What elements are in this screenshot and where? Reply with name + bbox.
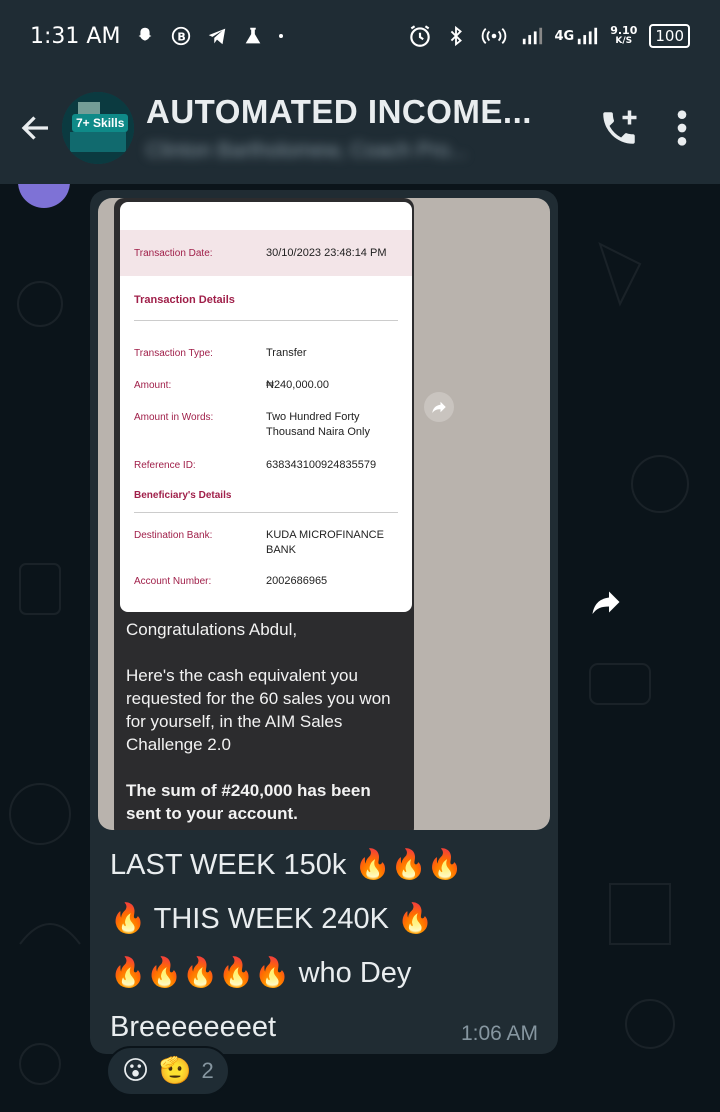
image-message-text: Congratulations Abdul, Here's the cash e… xyxy=(126,618,396,825)
receipt-section-title: Beneficiary's Details xyxy=(134,490,232,501)
status-bar: 1:31 AM B 4G 9.10 K/S 100 xyxy=(0,0,720,72)
group-avatar[interactable]: 7+ Skills xyxy=(62,92,134,164)
battery-indicator: 100 xyxy=(649,24,690,48)
net-speed: 9.10 K/S xyxy=(610,24,638,46)
system-icons: 4G 9.10 K/S 100 xyxy=(407,23,690,49)
chat-header: 7+ Skills AUTOMATED INCOME... Clinton Ba… xyxy=(0,72,720,184)
receipt-label: Transaction Type: xyxy=(134,348,213,359)
flask-icon xyxy=(246,27,261,44)
receipt-value: KUDA MICROFINANCE BANK xyxy=(266,529,384,556)
network-type: 4G xyxy=(554,28,575,44)
receipt-value: 2002686965 xyxy=(266,575,328,587)
receipt-section-title: Transaction Details xyxy=(134,294,235,306)
caption-line: 🔥🔥🔥🔥🔥 who Dey xyxy=(110,957,412,989)
receipt-value: 638343100924835579 xyxy=(266,459,377,471)
receipt-value: Two Hundred Forty Thousand Naira Only xyxy=(266,411,370,438)
signal-icon xyxy=(578,27,598,45)
chat-area[interactable]: Transaction Date: 30/10/2023 23:48:14 PM… xyxy=(0,184,720,1112)
chat-title-area[interactable]: AUTOMATED INCOME... Clinton Bartholomew,… xyxy=(146,93,546,163)
add-call-icon[interactable] xyxy=(598,107,640,149)
receipt-label: Transaction Date: xyxy=(134,248,213,259)
telegram-icon xyxy=(209,28,226,45)
arrow-left-icon xyxy=(21,116,48,140)
status-time: 1:31 AM xyxy=(30,23,121,49)
receipt-label: Amount in Words: xyxy=(134,412,214,423)
forward-button[interactable] xyxy=(584,580,628,624)
message-reactions[interactable]: 😮 🫡 2 xyxy=(106,1046,230,1096)
back-button[interactable] xyxy=(6,98,66,158)
forward-icon xyxy=(592,591,620,614)
reaction-emoji: 🫡 xyxy=(159,1056,192,1086)
reaction-count: 2 xyxy=(201,1058,214,1083)
hotspot-icon xyxy=(481,28,506,44)
message-image[interactable]: Transaction Date: 30/10/2023 23:48:14 PM… xyxy=(98,198,550,830)
receipt-label: Destination Bank: xyxy=(134,530,213,541)
receipt-value: Transfer xyxy=(266,347,307,359)
more-options-icon[interactable] xyxy=(676,108,688,148)
receipt-label: Account Number: xyxy=(134,576,212,587)
receipt-value: ₦240,000.00 xyxy=(266,379,329,391)
image-forward-indicator xyxy=(424,392,454,422)
image-body: Here's the cash equivalent you requested… xyxy=(126,666,391,754)
avatar-badge: 7+ Skills xyxy=(72,114,129,132)
bluetooth-icon xyxy=(450,25,462,47)
receipt-label: Reference ID: xyxy=(134,460,196,471)
message-timestamp: 1:06 AM xyxy=(460,1022,538,1045)
receipt-label: Amount: xyxy=(134,380,172,391)
reaction-emoji: 😮 xyxy=(122,1056,150,1086)
image-greeting: Congratulations Abdul, xyxy=(126,620,298,639)
alarm-icon xyxy=(409,25,430,47)
transfer-receipt: Transaction Date: 30/10/2023 23:48:14 PM… xyxy=(120,202,412,612)
dot-icon xyxy=(279,34,284,38)
receipt-value: 30/10/2023 23:48:14 PM xyxy=(266,247,387,259)
caption-line: LAST WEEK 150k 🔥🔥🔥 xyxy=(110,849,463,881)
image-closing: The sum of #240,000 has been sent to you… xyxy=(126,781,371,823)
chat-title: AUTOMATED INCOME... xyxy=(146,93,532,130)
chat-subtitle: Clinton Bartholomew, Coach Pro... xyxy=(146,139,467,162)
forward-icon xyxy=(432,401,446,413)
bbm-icon: B xyxy=(172,26,191,46)
svg-text:B: B xyxy=(178,31,186,44)
snapchat-icon xyxy=(139,27,152,41)
notification-icons: B xyxy=(134,25,290,47)
header-actions xyxy=(598,107,688,149)
caption-line: 🔥 THIS WEEK 240K 🔥 xyxy=(110,903,434,935)
message-bubble[interactable]: Transaction Date: 30/10/2023 23:48:14 PM… xyxy=(90,190,558,1054)
receipt-divider xyxy=(134,512,398,513)
signal-icon xyxy=(522,27,542,45)
receipt-divider xyxy=(134,320,398,321)
